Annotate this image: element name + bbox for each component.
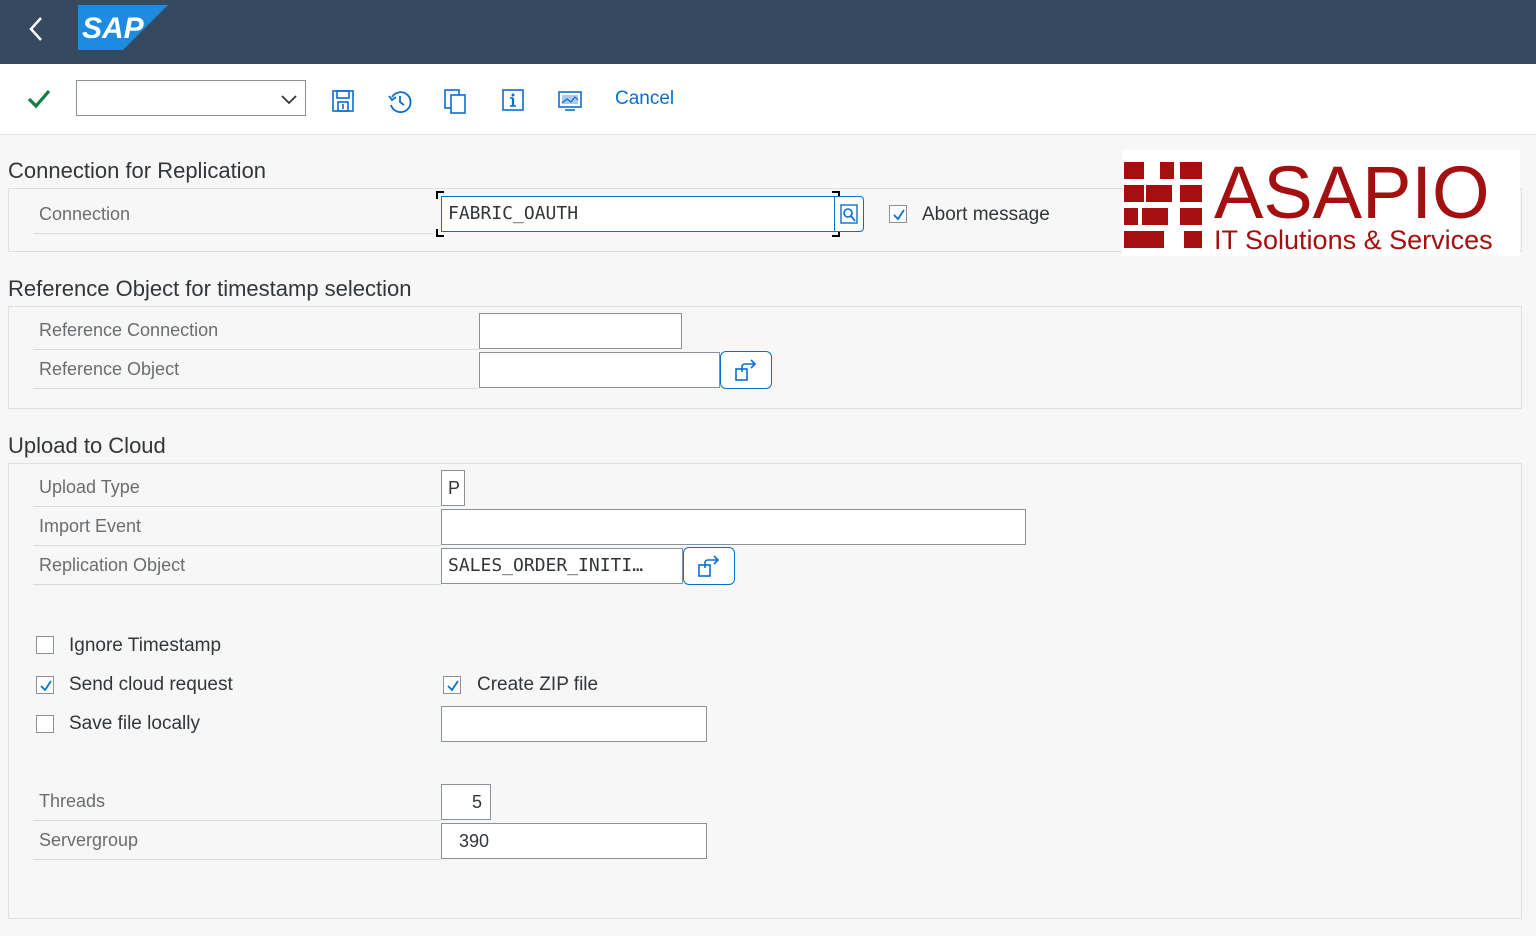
focus-corner (436, 191, 444, 199)
save-file-locally-checkbox[interactable] (36, 715, 54, 733)
servergroup-label: Servergroup (33, 820, 441, 860)
monitor-icon (558, 91, 582, 111)
chevron-down-icon (281, 95, 297, 105)
threads-label: Threads (33, 781, 441, 821)
history-button[interactable] (386, 88, 414, 121)
import-event-label: Import Event (33, 506, 441, 546)
checkbox-check-icon (40, 680, 52, 692)
history-icon (388, 91, 412, 114)
toolbar: Cancel (0, 64, 1536, 135)
save-file-path-input[interactable] (441, 706, 707, 742)
section-title-reference: Reference Object for timestamp selection (8, 276, 412, 301)
command-select[interactable] (76, 80, 306, 116)
execute-button[interactable] (26, 86, 52, 117)
checkbox-check-icon (893, 209, 905, 221)
chevron-left-icon (29, 17, 42, 41)
back-button[interactable] (22, 14, 52, 44)
connection-value-help-button[interactable] (834, 196, 864, 232)
asapio-company-name: ASAPIO (1214, 151, 1490, 234)
abort-message-label: Abort message (922, 204, 1050, 225)
reference-connection-label: Reference Connection (33, 310, 479, 350)
sap-logo: SAP (78, 5, 168, 50)
create-zip-checkbox[interactable] (443, 676, 461, 694)
copy-icon (444, 89, 466, 114)
focus-corner (436, 229, 444, 237)
save-file-locally-label: Save file locally (69, 713, 200, 734)
connection-label: Connection (33, 194, 433, 234)
asapio-block-mark (1124, 162, 1202, 248)
abort-message-checkbox[interactable] (889, 205, 907, 223)
copy-button[interactable] (443, 88, 469, 119)
navigate-icon (735, 359, 757, 381)
sap-logo-text: SAP (82, 12, 145, 45)
checkbox-check-icon (447, 680, 459, 692)
save-icon (332, 90, 354, 112)
asapio-logo: ASAPIO IT Solutions & Services (1122, 150, 1520, 256)
ignore-timestamp-label: Ignore Timestamp (69, 635, 222, 656)
shell-bar: SAP (0, 0, 1536, 64)
create-zip-label: Create ZIP file (477, 674, 599, 695)
info-icon (502, 89, 524, 111)
cancel-button[interactable]: Cancel (615, 88, 674, 110)
threads-input[interactable]: 5 (441, 784, 491, 820)
reference-object-label: Reference Object (33, 349, 479, 389)
send-cloud-request-checkbox[interactable] (36, 676, 54, 694)
servergroup-input[interactable]: 390 (441, 823, 707, 859)
save-button[interactable] (330, 88, 356, 119)
replication-object-label: Replication Object (33, 545, 441, 585)
upload-type-label: Upload Type (33, 467, 441, 507)
value-help-icon (840, 204, 858, 224)
info-button[interactable] (501, 88, 525, 117)
connection-input[interactable]: FABRIC_OAUTH (441, 196, 835, 232)
reference-connection-input[interactable] (479, 313, 682, 349)
section-title-connection: Connection for Replication (8, 158, 267, 183)
navigate-icon (698, 555, 720, 577)
send-cloud-request-label: Send cloud request (69, 674, 233, 695)
reference-object-navigate-button[interactable] (720, 351, 772, 389)
section-title-upload: Upload to Cloud (8, 433, 166, 458)
checkmark-icon (27, 89, 51, 109)
display-button[interactable] (557, 88, 583, 119)
reference-object-input[interactable] (479, 352, 720, 388)
import-event-input[interactable] (441, 509, 1026, 545)
replication-object-navigate-button[interactable] (683, 547, 735, 585)
ignore-timestamp-checkbox[interactable] (36, 636, 54, 654)
replication-object-input[interactable]: SALES_ORDER_INITI… (441, 548, 683, 584)
upload-type-input[interactable]: P (441, 470, 465, 506)
asapio-tagline: IT Solutions & Services (1214, 225, 1493, 255)
